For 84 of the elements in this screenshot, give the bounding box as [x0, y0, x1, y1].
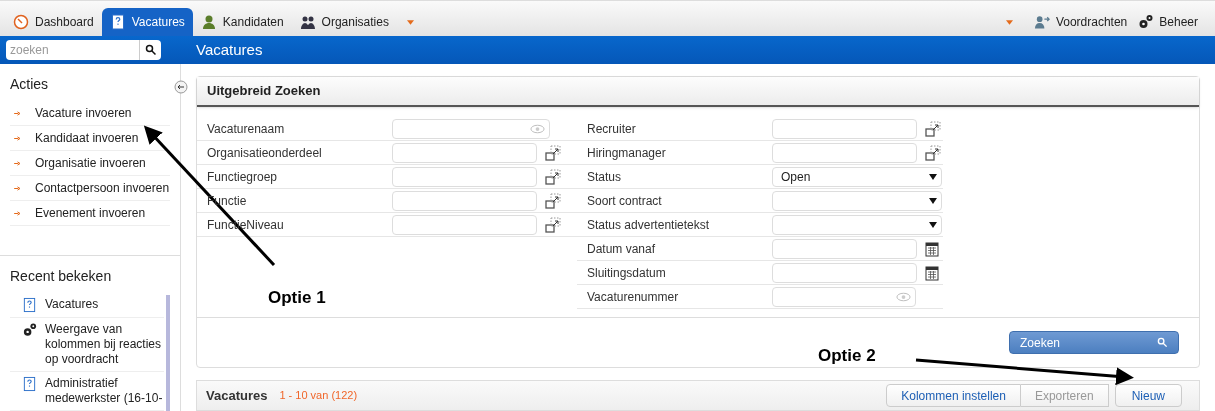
input-field[interactable]: [392, 166, 537, 187]
lookup-icon[interactable]: [925, 120, 941, 137]
person-arrow-icon: [1033, 14, 1051, 30]
field-label: Status advertentietekst: [587, 217, 710, 232]
lookup-icon[interactable]: [545, 216, 561, 233]
nav-link[interactable]: Beheer: [1132, 8, 1203, 36]
search-button[interactable]: Zoeken: [1009, 331, 1179, 354]
input-field[interactable]: [392, 214, 537, 235]
action-link[interactable]: Evenement invoeren: [10, 201, 170, 226]
results-title: Vacatures: [206, 386, 268, 405]
gauge-icon: [13, 14, 29, 30]
field-label: Status: [587, 169, 622, 184]
person-icon: [200, 14, 217, 30]
arrow-icon: [14, 110, 21, 116]
input-field[interactable]: [772, 238, 917, 259]
recent-link[interactable]: Vacatures: [45, 297, 99, 312]
eye-icon: [530, 123, 545, 134]
input-field[interactable]: [772, 118, 917, 139]
field-label: Datum vanaf: [587, 241, 656, 256]
document-icon: [109, 14, 126, 30]
toolbar-button[interactable]: Nieuw: [1114, 384, 1182, 407]
dropdown-arrow-icon: [929, 172, 937, 181]
calendar-icon[interactable]: [925, 264, 939, 281]
eye-icon: [896, 291, 911, 302]
page-title: Vacatures: [196, 39, 263, 60]
people-icon: [299, 14, 316, 30]
section-heading: Acties: [10, 75, 50, 94]
result-count: 1 - 10 van (122): [279, 388, 358, 404]
dropdown-arrow-icon: [929, 196, 937, 205]
field-label: Soort contract: [587, 193, 662, 208]
field-label: Recruiter: [587, 121, 636, 136]
nav-tab[interactable]: Kandidaten: [192, 8, 292, 36]
nav-tab[interactable]: Vacatures: [101, 8, 193, 36]
gears-icon: [22, 322, 37, 338]
input-field[interactable]: [392, 142, 537, 163]
action-link[interactable]: Vacature invoeren: [10, 101, 170, 126]
arrow-icon: [14, 135, 21, 141]
caret-icon[interactable]: [406, 20, 414, 25]
search-field[interactable]: zoeken: [6, 40, 140, 60]
field-label: Vacaturenummer: [587, 289, 679, 304]
lookup-icon[interactable]: [545, 192, 561, 209]
select-field[interactable]: [772, 214, 942, 235]
action-link[interactable]: Organisatie invoeren: [10, 151, 170, 176]
recent-link[interactable]: Weergave van kolommen bij reacties op voordracht: [45, 322, 165, 367]
annotation-label: Optie 2: [818, 345, 876, 367]
calendar-icon[interactable]: [925, 240, 939, 257]
search-button[interactable]: [140, 40, 161, 60]
action-link[interactable]: Contactpersoon invoeren: [10, 176, 170, 201]
dropdown-arrow-icon: [929, 220, 937, 229]
arrow-icon: [14, 185, 21, 191]
caret-icon[interactable]: [1005, 20, 1013, 25]
document-icon: [22, 297, 37, 313]
toolbar-button[interactable]: Kolommen instellen: [886, 384, 1021, 407]
lookup-icon[interactable]: [545, 144, 561, 161]
input-field[interactable]: [392, 118, 550, 139]
field-label: Sluitingsdatum: [587, 265, 666, 280]
nav-tab[interactable]: Organisaties: [291, 8, 397, 36]
nav-link[interactable]: Voordrachten: [1028, 8, 1133, 36]
collapse-icon[interactable]: [174, 80, 188, 94]
field-label: Functiegroep: [207, 169, 278, 184]
field-label: Organisatieonderdeel: [207, 145, 322, 160]
input-field[interactable]: [772, 286, 916, 307]
select-field[interactable]: Open: [772, 166, 942, 187]
field-label: Vacaturenaam: [207, 121, 285, 136]
arrow-icon: [14, 160, 21, 166]
input-field[interactable]: [772, 262, 917, 283]
document-icon: [22, 376, 37, 392]
recent-link[interactable]: Administratief medewerkster (16-10-: [45, 376, 165, 406]
lookup-icon[interactable]: [545, 168, 561, 185]
search-icon: [1157, 337, 1168, 348]
search-icon: [144, 44, 157, 56]
gears-icon: [1137, 14, 1155, 30]
input-field[interactable]: [392, 190, 537, 211]
select-field[interactable]: [772, 190, 942, 211]
input-field[interactable]: [772, 142, 917, 163]
arrow-icon: [14, 210, 21, 216]
action-link[interactable]: Kandidaat invoeren: [10, 126, 170, 151]
annotation-label: Optie 1: [268, 287, 326, 309]
section-heading: Recent bekeken: [10, 267, 113, 286]
lookup-icon[interactable]: [925, 144, 941, 161]
select-value: Open: [781, 168, 811, 186]
field-label: Hiringmanager: [587, 145, 666, 160]
panel-title: Uitgebreid Zoeken: [207, 82, 321, 101]
nav-tab[interactable]: Dashboard: [5, 8, 102, 36]
